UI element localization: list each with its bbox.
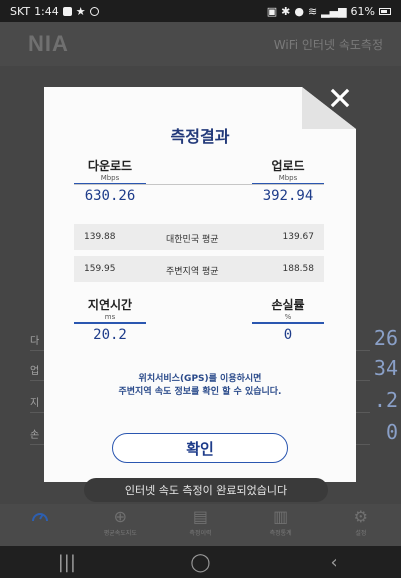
- nearby-average-label: 주변지역 평균: [166, 267, 219, 277]
- status-bar: SKT 1:44 ★ ▣ ✱ ● ≋ ▂▄▆ 61%: [0, 0, 401, 22]
- nearby-download-avg: 159.95: [84, 264, 116, 274]
- loss-unit: %: [252, 313, 324, 324]
- gps-notice: 위치서비스(GPS)를 이용하시면 주변지역 속도 정보를 확인 할 수 있습니…: [44, 373, 356, 399]
- latency-value: 20.2: [93, 327, 127, 343]
- nearby-upload-avg: 188.58: [282, 264, 315, 274]
- bg-download-value: 26: [373, 326, 398, 350]
- national-upload-avg: 139.67: [282, 232, 315, 242]
- gear-icon: ⚙: [353, 507, 369, 526]
- signal-icon: ▂▄▆: [321, 4, 347, 18]
- nav-settings[interactable]: ⚙ 설정: [331, 504, 391, 538]
- nav-stats-label: 측정통계: [269, 530, 292, 537]
- national-average-label: 대한민국 평균: [166, 235, 219, 245]
- battery-icon: [379, 7, 391, 15]
- gps-notice-line1: 위치서비스(GPS)를 이용하시면: [138, 374, 262, 384]
- nav-history-label: 측정이력: [189, 530, 212, 537]
- download-value: 630.26: [84, 188, 136, 204]
- app-title: WiFi 인터넷 속도측정: [273, 37, 383, 52]
- home-button[interactable]: ◯: [180, 552, 220, 573]
- vibrate-icon: ▣: [266, 4, 278, 18]
- carrier-label: SKT: [10, 4, 31, 18]
- confirm-button[interactable]: 확인: [112, 433, 288, 463]
- recent-apps-button[interactable]: |||: [47, 552, 87, 573]
- latency-metric: 지연시간 ms 20.2: [74, 296, 146, 343]
- nearby-average-row: 159.95 주변지역 평균 188.58: [74, 256, 324, 282]
- upload-metric: 업로드 Mbps 392.94: [252, 157, 324, 204]
- metric-divider: [74, 184, 324, 185]
- gps-notice-line2: 주변지역 속도 정보를 확인 할 수 있습니다.: [118, 387, 282, 397]
- latency-label: 지연시간: [87, 298, 133, 312]
- notification-icon: [62, 6, 72, 16]
- upload-value: 392.94: [262, 188, 314, 204]
- app-notification-icon: [89, 6, 99, 16]
- bluetooth-icon: ✱: [281, 4, 291, 18]
- speedometer-icon: [31, 508, 49, 526]
- location-icon: ●: [294, 4, 304, 18]
- nia-logo: NIA: [28, 31, 69, 56]
- time-label: 1:44: [34, 4, 59, 18]
- download-label: 다운로드: [87, 159, 133, 173]
- upload-label: 업로드: [271, 159, 305, 173]
- result-dialog: 측정결과 다운로드 Mbps 630.26 업로드 Mbps 392.94 13…: [44, 87, 356, 482]
- bg-loss-value: 0: [385, 420, 398, 444]
- back-button[interactable]: ‹: [314, 552, 354, 573]
- globe-icon: ⊕: [113, 507, 127, 526]
- nav-history[interactable]: ▤ 측정이력: [170, 504, 230, 538]
- download-metric: 다운로드 Mbps 630.26: [74, 157, 146, 204]
- close-icon[interactable]: [328, 86, 352, 110]
- bg-upload-value: 34: [373, 356, 398, 380]
- national-average-row: 139.88 대한민국 평균 139.67: [74, 224, 324, 250]
- bg-upload-label: 업: [30, 366, 40, 377]
- toast-message: 인터넷 속도 측정이 완료되었습니다: [84, 478, 328, 502]
- wifi-icon: ≋: [307, 4, 318, 18]
- bottom-nav: ⊕ 평균속도지도 ▤ 측정이력 ▥ 측정통계 ⚙ 설정: [0, 504, 401, 546]
- nav-stats[interactable]: ▥ 측정통계: [251, 504, 311, 538]
- loss-value: 0: [283, 327, 293, 343]
- bg-latency-value: .2: [373, 388, 398, 412]
- loss-label: 손실률: [271, 298, 305, 312]
- bg-latency-label: 지: [30, 398, 40, 409]
- nav-speed-test[interactable]: [10, 504, 70, 528]
- national-download-avg: 139.88: [84, 232, 116, 242]
- latency-unit: ms: [74, 313, 146, 324]
- battery-label: 61%: [350, 4, 375, 18]
- loss-metric: 손실률 % 0: [252, 296, 324, 343]
- star-icon: ★: [75, 4, 86, 18]
- document-icon: ▤: [192, 507, 209, 526]
- nav-avg-speed-map[interactable]: ⊕ 평균속도지도: [90, 504, 150, 538]
- system-nav-bar: ||| ◯ ‹: [0, 546, 401, 578]
- nav-avg-speed-map-label: 평균속도지도: [103, 530, 137, 537]
- bg-loss-label: 손: [30, 430, 40, 441]
- app-header: NIA WiFi 인터넷 속도측정: [0, 22, 401, 66]
- bg-download-label: 다: [30, 336, 40, 347]
- nav-settings-label: 설정: [355, 530, 367, 537]
- chart-icon: ▥: [273, 507, 289, 526]
